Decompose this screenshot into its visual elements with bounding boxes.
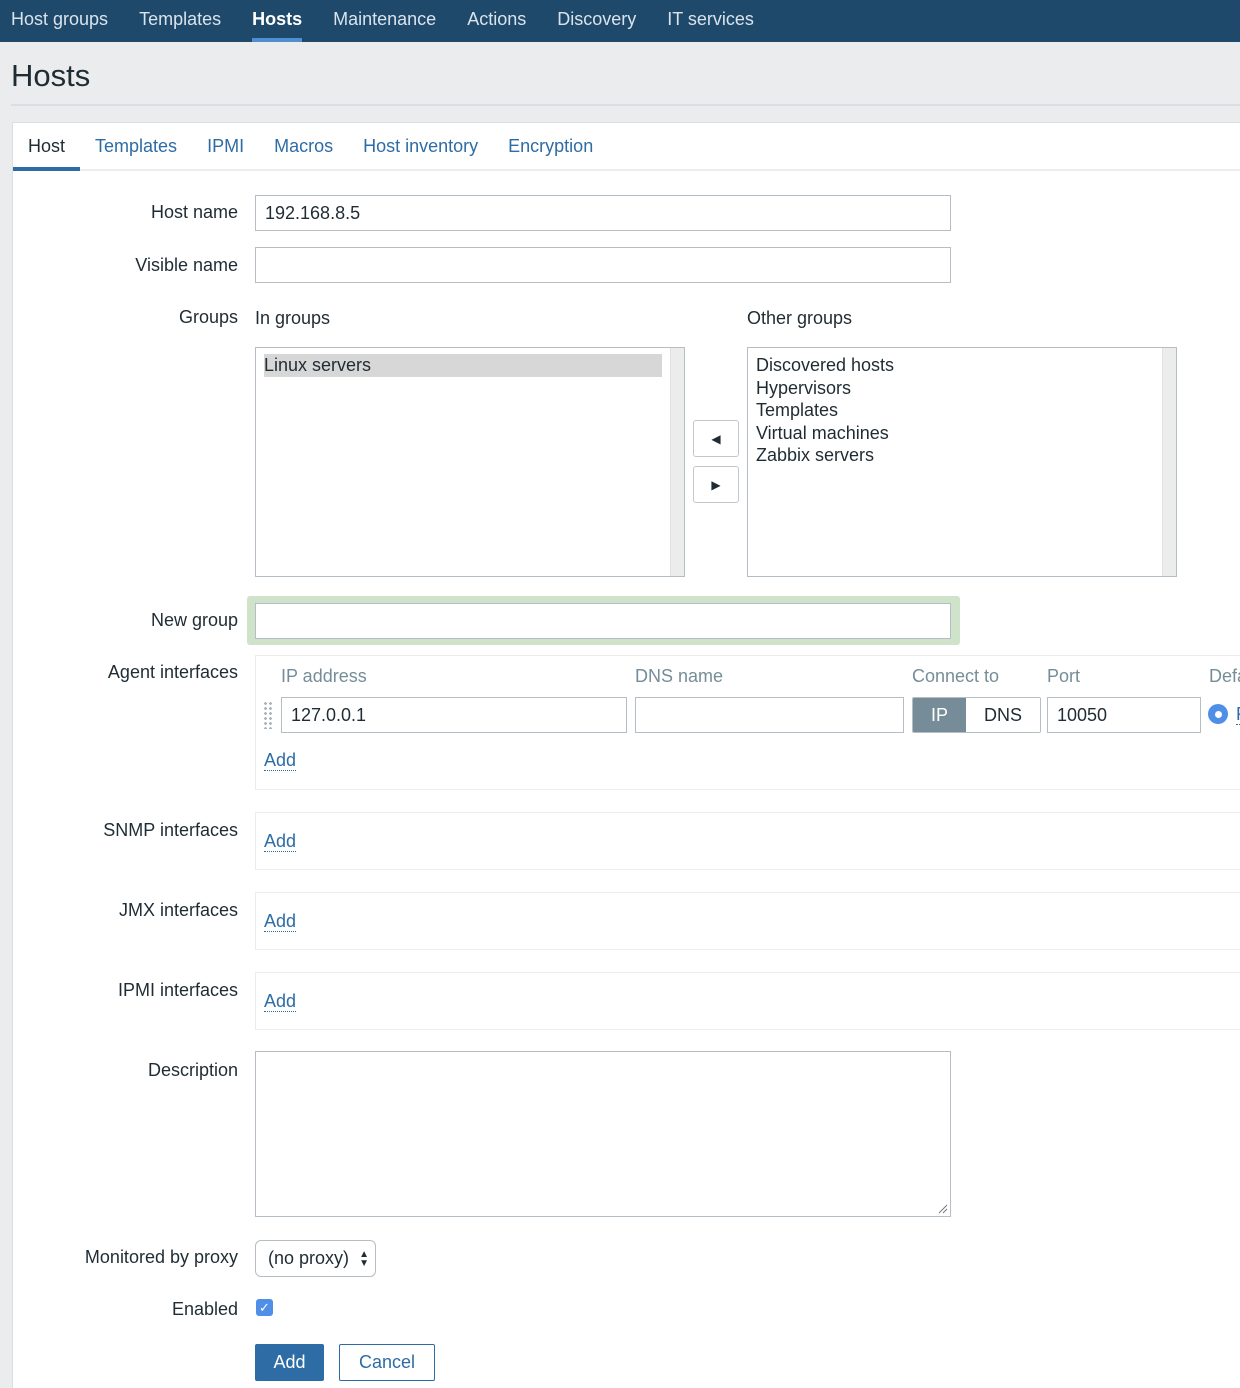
nav-actions[interactable]: Actions xyxy=(467,0,526,42)
move-to-other-groups-button[interactable]: ▶ xyxy=(693,466,739,503)
agent-interfaces-label: Agent interfaces xyxy=(107,662,238,682)
page-title: Hosts xyxy=(11,58,91,93)
enabled-checkbox[interactable]: ✓ xyxy=(256,1299,273,1316)
in-groups-label: In groups xyxy=(255,308,331,328)
tab-macros[interactable]: Macros xyxy=(259,123,348,169)
move-to-in-groups-button[interactable]: ◀ xyxy=(693,420,739,457)
nav-discovery[interactable]: Discovery xyxy=(557,0,636,42)
other-group-option[interactable]: Templates xyxy=(748,399,1176,422)
tab-ipmi[interactable]: IPMI xyxy=(192,123,259,169)
proxy-select[interactable]: (no proxy) ▲ ▼ xyxy=(255,1240,376,1277)
add-agent-interface-link[interactable]: Add xyxy=(264,750,297,771)
ipmi-interfaces-label: IPMI interfaces xyxy=(117,980,238,1000)
new-group-label: New group xyxy=(150,610,238,630)
dns-name-header: DNS name xyxy=(635,666,724,686)
tab-templates[interactable]: Templates xyxy=(80,123,192,169)
nav-hosts[interactable]: Hosts xyxy=(252,0,303,42)
other-groups-scrollbar[interactable] xyxy=(1162,348,1176,576)
new-group-input[interactable] xyxy=(255,603,951,639)
tab-host[interactable]: Host xyxy=(13,123,81,171)
add-jmx-interface-link[interactable]: Add xyxy=(264,911,297,932)
add-snmp-interface-link[interactable]: Add xyxy=(264,831,297,852)
nav-templates[interactable]: Templates xyxy=(139,0,221,42)
add-ipmi-interface-link[interactable]: Add xyxy=(264,991,297,1012)
cancel-button[interactable]: Cancel xyxy=(339,1344,435,1381)
connect-to-toggle: IP DNS xyxy=(912,697,1041,733)
jmx-interfaces-box: Add xyxy=(255,892,1240,950)
ip-address-header: IP address xyxy=(281,666,367,686)
description-textarea[interactable] xyxy=(255,1051,951,1217)
resize-grip-icon[interactable] xyxy=(938,1204,948,1214)
port-header: Port xyxy=(1047,666,1081,686)
visible-name-input[interactable] xyxy=(255,247,951,283)
triangle-left-icon: ◀ xyxy=(711,431,721,446)
add-button[interactable]: Add xyxy=(255,1344,324,1381)
dns-name-input[interactable] xyxy=(635,697,904,733)
in-groups-listbox[interactable]: Linux servers xyxy=(255,347,685,577)
select-arrows-icon: ▲ ▼ xyxy=(359,1248,369,1269)
host-name-label: Host name xyxy=(150,202,238,222)
default-header: Default xyxy=(1209,666,1240,686)
tab-host-inventory[interactable]: Host inventory xyxy=(348,123,493,169)
proxy-label: Monitored by proxy xyxy=(84,1247,238,1267)
in-group-option[interactable]: Linux servers xyxy=(264,354,662,377)
form-tabs: Host Templates IPMI Macros Host inventor… xyxy=(13,123,1240,171)
nav-it-services[interactable]: IT services xyxy=(667,0,754,42)
other-group-option[interactable]: Hypervisors xyxy=(748,377,1176,400)
checkmark-icon: ✓ xyxy=(259,1300,270,1315)
other-group-option[interactable]: Discovered hosts xyxy=(748,354,1176,377)
agent-interfaces-box: IP address DNS name Connect to Port Defa… xyxy=(255,655,1240,790)
host-name-input[interactable] xyxy=(255,195,951,231)
description-label: Description xyxy=(147,1060,238,1080)
connect-dns-option[interactable]: DNS xyxy=(966,698,1040,732)
remove-interface-link[interactable]: Remove xyxy=(1236,704,1240,725)
other-group-option[interactable]: Zabbix servers xyxy=(748,444,1176,467)
snmp-interfaces-box: Add xyxy=(255,812,1240,870)
connect-ip-option[interactable]: IP xyxy=(913,698,966,732)
ipmi-interfaces-box: Add xyxy=(255,972,1240,1030)
jmx-interfaces-label: JMX interfaces xyxy=(118,900,238,920)
triangle-right-icon: ▶ xyxy=(711,477,721,492)
host-form-panel: Host Templates IPMI Macros Host inventor… xyxy=(12,122,1240,1388)
proxy-selected-value: (no proxy) xyxy=(268,1248,350,1268)
other-group-option[interactable]: Virtual machines xyxy=(748,422,1176,445)
port-input[interactable] xyxy=(1047,697,1201,733)
title-divider xyxy=(11,104,1240,106)
default-interface-radio[interactable] xyxy=(1208,704,1228,724)
nav-maintenance[interactable]: Maintenance xyxy=(333,0,436,42)
other-groups-listbox[interactable]: Discovered hosts Hypervisors Templates V… xyxy=(747,347,1177,577)
in-groups-scrollbar[interactable] xyxy=(670,348,684,576)
connect-to-header: Connect to xyxy=(912,666,1000,686)
tab-encryption[interactable]: Encryption xyxy=(493,123,608,169)
groups-label: Groups xyxy=(178,307,238,327)
ip-address-input[interactable] xyxy=(281,697,627,733)
drag-handle-icon[interactable] xyxy=(263,701,273,729)
nav-host-groups[interactable]: Host groups xyxy=(11,0,108,42)
visible-name-label: Visible name xyxy=(135,255,238,275)
top-navigation: Host groups Templates Hosts Maintenance … xyxy=(0,0,1240,42)
snmp-interfaces-label: SNMP interfaces xyxy=(103,820,238,840)
enabled-label: Enabled xyxy=(171,1299,238,1319)
other-groups-label: Other groups xyxy=(747,308,853,328)
